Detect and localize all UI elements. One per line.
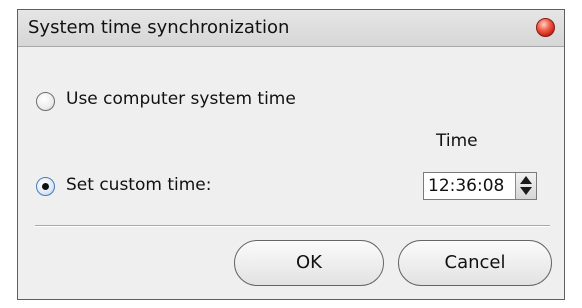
dialog-titlebar[interactable]: System time synchronization	[18, 10, 564, 47]
custom-time-radio[interactable]	[36, 177, 55, 196]
dialog-content: Use computer system time Time Set custom…	[18, 47, 564, 299]
time-input[interactable]: 12:36:08	[428, 176, 504, 196]
time-heading: Time	[436, 131, 478, 151]
spin-up-icon[interactable]	[520, 176, 532, 184]
custom-time-label[interactable]: Set custom time:	[66, 175, 211, 195]
close-icon[interactable]	[536, 18, 555, 37]
computer-time-radio[interactable]	[36, 92, 55, 111]
dialog-title: System time synchronization	[28, 17, 290, 38]
cancel-button[interactable]: Cancel	[398, 240, 552, 286]
time-spinner-buttons[interactable]	[515, 173, 536, 199]
radio-selected-dot	[42, 183, 49, 190]
ok-button[interactable]: OK	[234, 240, 384, 286]
computer-time-label[interactable]: Use computer system time	[66, 89, 296, 109]
spin-down-icon[interactable]	[520, 187, 532, 195]
divider	[35, 225, 550, 227]
time-sync-dialog: System time synchronization Use computer…	[17, 9, 565, 300]
time-spinbox[interactable]: 12:36:08	[423, 172, 537, 200]
